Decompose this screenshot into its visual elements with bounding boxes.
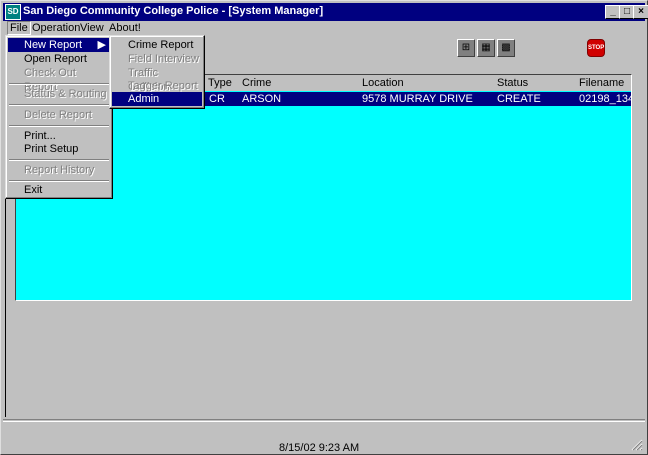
stop-icon[interactable]: STOP [587, 39, 605, 57]
menu-item-print[interactable]: Print... [8, 129, 110, 143]
app-icon[interactable]: SD [5, 4, 21, 20]
menu-item-print-setup[interactable]: Print Setup [8, 142, 110, 156]
layers-icon[interactable]: ▦ [477, 39, 495, 57]
menu-bar: File Operation View About! [3, 21, 645, 35]
menu-item-new-report[interactable]: New Report ▶ [8, 38, 110, 52]
title-bar[interactable]: SD San Diego Community College Police - … [3, 3, 648, 21]
new-report-submenu: Crime Report Field Interview Traffic Col… [109, 35, 205, 109]
column-header-type[interactable]: Type [208, 77, 232, 89]
column-header-crime[interactable]: Crime [242, 77, 271, 89]
menu-file[interactable]: File [7, 21, 31, 35]
hierarchy-icon[interactable]: ⊞ [457, 39, 475, 57]
menu-item-tagger-report[interactable]: Tagger Report [112, 79, 202, 93]
menu-item-check-out-report[interactable]: Check Out Report [8, 66, 110, 93]
grid-icon[interactable]: ▩ [497, 39, 515, 57]
menu-item-label: New Report [24, 39, 83, 51]
menu-item-delete-report[interactable]: Delete Report [8, 108, 110, 122]
status-datetime: 8/15/02 9:23 AM [279, 442, 360, 454]
cell-location: 9578 MURRAY DRIVE [362, 93, 473, 105]
column-header-location[interactable]: Location [362, 77, 404, 89]
status-bar-panel: 8/15/02 9:23 AM [3, 421, 645, 454]
cell-filename: 02198_134 [579, 93, 632, 105]
menu-separator [9, 159, 109, 161]
menu-separator [9, 125, 109, 127]
close-button[interactable]: × [633, 5, 648, 19]
status-bar: 8/15/02 9:23 AM [3, 419, 645, 454]
menu-separator [9, 104, 109, 106]
cell-crime: ARSON [242, 93, 282, 105]
menu-item-open-report[interactable]: Open Report [8, 52, 110, 66]
menu-item-admin[interactable]: Admin [112, 92, 202, 106]
cell-type: CR [209, 93, 225, 105]
menu-separator [9, 180, 109, 182]
menu-item-traffic-collision[interactable]: Traffic Collision [112, 66, 202, 93]
column-header-filename[interactable]: Filename [579, 77, 624, 89]
file-menu: New Report ▶ Open Report Check Out Repor… [5, 35, 113, 199]
menu-item-crime-report[interactable]: Crime Report [112, 38, 202, 52]
menu-item-status-routing[interactable]: Status & Routing [8, 87, 110, 101]
window-title: San Diego Community College Police - [Sy… [23, 5, 324, 17]
submenu-arrow-icon: ▶ [97, 39, 106, 51]
column-header-status[interactable]: Status [497, 77, 528, 89]
resize-grip-icon[interactable] [631, 439, 643, 451]
menu-item-exit[interactable]: Exit [8, 183, 110, 197]
app-window: SD San Diego Community College Police - … [0, 0, 648, 455]
menu-separator [9, 83, 109, 85]
menu-item-report-history[interactable]: Report History [8, 163, 110, 177]
cell-status: CREATE [497, 93, 541, 105]
menu-operation[interactable]: Operation [30, 21, 82, 35]
menu-view[interactable]: View [78, 21, 106, 35]
menu-item-field-interview[interactable]: Field Interview [112, 52, 202, 66]
menu-about[interactable]: About! [107, 21, 143, 35]
